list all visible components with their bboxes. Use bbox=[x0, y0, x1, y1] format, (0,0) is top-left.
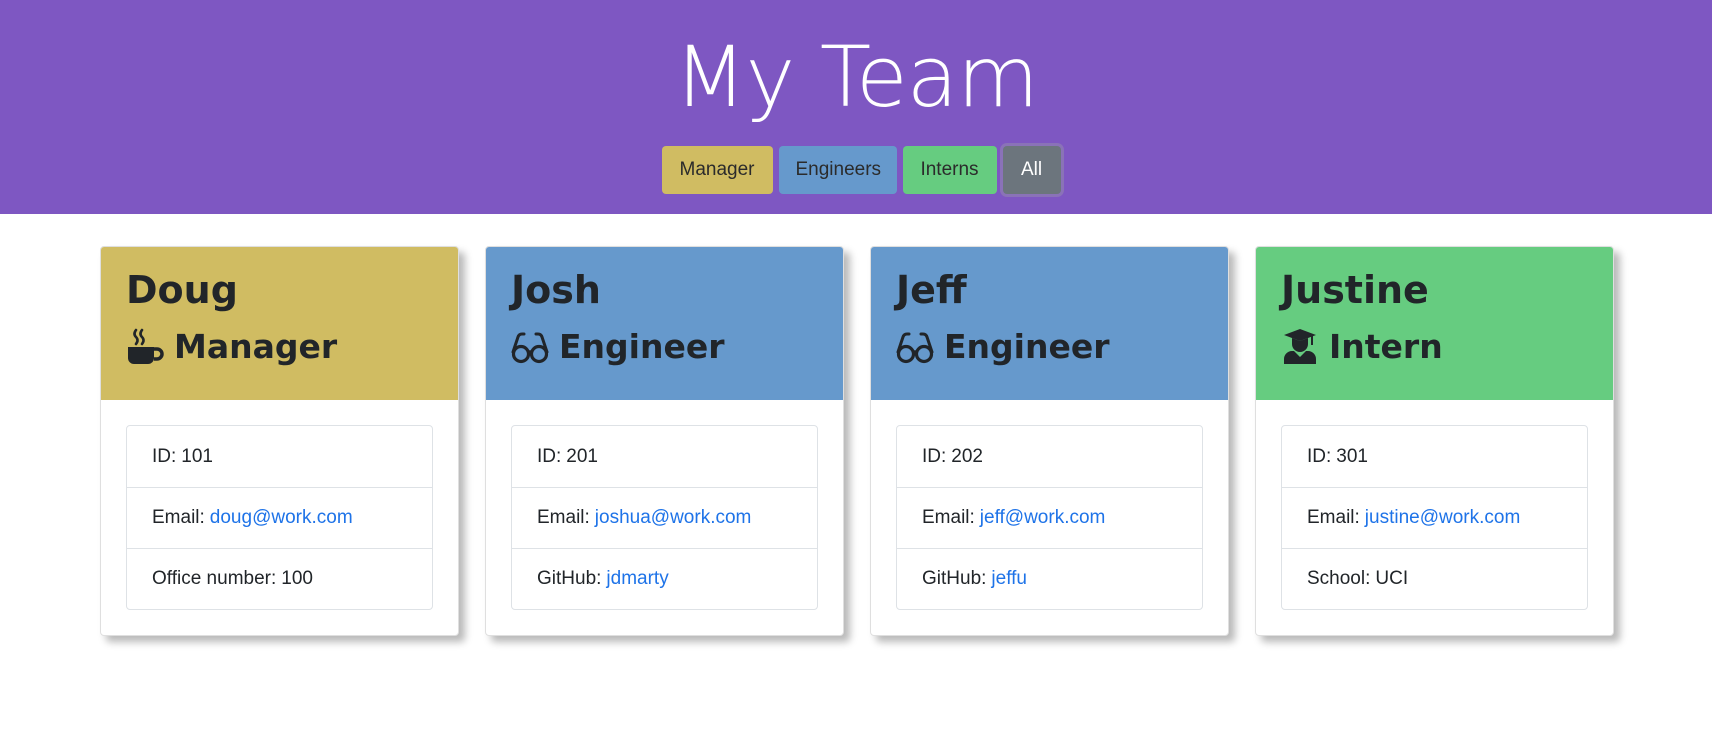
email-link[interactable]: justine@work.com bbox=[1365, 507, 1521, 529]
employee-name: Doug bbox=[126, 268, 238, 312]
github-row: GitHub: jeffu bbox=[897, 548, 1202, 609]
id-label: ID: bbox=[537, 445, 562, 467]
glasses-icon bbox=[511, 328, 549, 366]
mug-icon bbox=[126, 328, 164, 366]
id-value: 101 bbox=[181, 445, 213, 467]
school-label: School: bbox=[1307, 568, 1371, 589]
id-value: 201 bbox=[566, 445, 598, 467]
employee-name: Jeff bbox=[896, 268, 967, 312]
employee-card-intern: Justine Intern ID: 301 Email: justine@wo… bbox=[1255, 246, 1614, 636]
card-header: Doug Manager bbox=[101, 247, 458, 400]
email-link[interactable]: jeff@work.com bbox=[980, 507, 1106, 529]
employee-role: Engineer bbox=[896, 323, 1203, 371]
filter-interns-button[interactable]: Interns bbox=[902, 146, 997, 194]
employee-role: Intern bbox=[1281, 323, 1588, 371]
filter-button-group: Manager Engineers Interns All bbox=[0, 146, 1712, 194]
id-row: ID: 202 bbox=[897, 426, 1202, 487]
page-header: My Team Manager Engineers Interns All bbox=[0, 0, 1712, 214]
filter-engineers-button[interactable]: Engineers bbox=[778, 146, 897, 194]
employee-card-engineer: Jeff Engineer ID: 202 Email: jeff@work.c… bbox=[870, 246, 1229, 636]
id-row: ID: 301 bbox=[1282, 426, 1587, 487]
card-header: Jeff Engineer bbox=[871, 247, 1228, 400]
id-label: ID: bbox=[1307, 445, 1332, 467]
employee-role: Manager bbox=[126, 323, 433, 371]
card-body: ID: 301 Email: justine@work.com School: … bbox=[1256, 400, 1613, 610]
github-link[interactable]: jdmarty bbox=[606, 568, 668, 590]
email-row: Email: joshua@work.com bbox=[512, 487, 817, 548]
email-link[interactable]: joshua@work.com bbox=[595, 507, 752, 529]
github-link[interactable]: jeffu bbox=[991, 568, 1027, 590]
email-row: Email: doug@work.com bbox=[127, 487, 432, 548]
card-body: ID: 201 Email: joshua@work.com GitHub: j… bbox=[486, 400, 843, 610]
card-body: ID: 202 Email: jeff@work.com GitHub: jef… bbox=[871, 400, 1228, 610]
school-value: UCI bbox=[1375, 568, 1409, 589]
card-body: ID: 101 Email: doug@work.com Office numb… bbox=[101, 400, 458, 610]
info-list: ID: 202 Email: jeff@work.com GitHub: jef… bbox=[896, 425, 1203, 610]
id-label: ID: bbox=[152, 445, 177, 467]
email-row: Email: jeff@work.com bbox=[897, 487, 1202, 548]
role-label: Engineer bbox=[559, 327, 725, 366]
role-label: Manager bbox=[174, 327, 338, 366]
email-link[interactable]: doug@work.com bbox=[210, 507, 353, 529]
card-header: Josh Engineer bbox=[486, 247, 843, 400]
employee-card-manager: Doug Manager ID: 101 Email: doug@work.co… bbox=[100, 246, 459, 636]
glasses-icon bbox=[896, 328, 934, 366]
graduate-icon bbox=[1281, 328, 1319, 366]
info-list: ID: 301 Email: justine@work.com School: … bbox=[1281, 425, 1588, 610]
filter-manager-button[interactable]: Manager bbox=[661, 146, 773, 194]
employee-name: Justine bbox=[1281, 268, 1429, 312]
info-list: ID: 201 Email: joshua@work.com GitHub: j… bbox=[511, 425, 818, 610]
github-label: GitHub: bbox=[537, 568, 602, 589]
card-header: Justine Intern bbox=[1256, 247, 1613, 400]
github-label: GitHub: bbox=[922, 568, 987, 589]
office-number-row: Office number: 100 bbox=[127, 548, 432, 609]
office-number-value: 100 bbox=[281, 568, 313, 589]
employee-role: Engineer bbox=[511, 323, 818, 371]
id-label: ID: bbox=[922, 445, 947, 467]
page-title: My Team bbox=[674, 28, 1039, 126]
email-row: Email: justine@work.com bbox=[1282, 487, 1587, 548]
info-list: ID: 101 Email: doug@work.com Office numb… bbox=[126, 425, 433, 610]
office-number-label: Office number: bbox=[152, 568, 277, 589]
employee-name: Josh bbox=[511, 268, 601, 312]
email-label: Email: bbox=[1307, 507, 1360, 528]
id-value: 301 bbox=[1336, 445, 1368, 467]
id-row: ID: 201 bbox=[512, 426, 817, 487]
github-row: GitHub: jdmarty bbox=[512, 548, 817, 609]
email-label: Email: bbox=[152, 507, 205, 528]
filter-all-button[interactable]: All bbox=[1002, 146, 1061, 194]
id-row: ID: 101 bbox=[127, 426, 432, 487]
email-label: Email: bbox=[922, 507, 975, 528]
role-label: Engineer bbox=[944, 327, 1110, 366]
email-label: Email: bbox=[537, 507, 590, 528]
school-row: School: UCI bbox=[1282, 548, 1587, 609]
role-label: Intern bbox=[1329, 327, 1443, 366]
employee-card-engineer: Josh Engineer ID: 201 Email: joshua@work… bbox=[485, 246, 844, 636]
id-value: 202 bbox=[951, 445, 983, 467]
